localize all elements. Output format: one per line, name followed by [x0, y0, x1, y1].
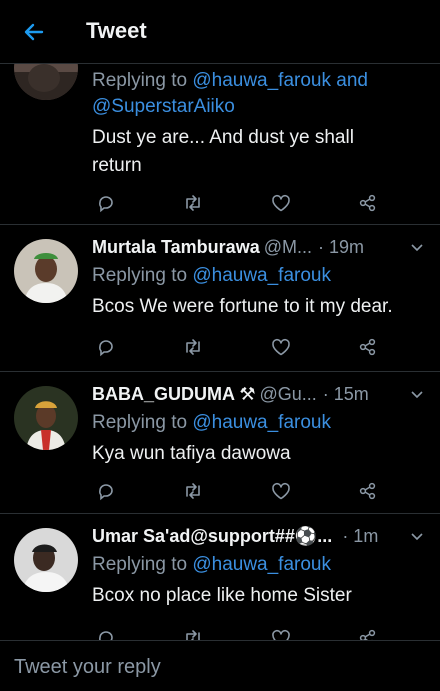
- avatar[interactable]: [14, 64, 78, 100]
- reply-icon: [99, 196, 113, 213]
- timestamp: · 15m: [322, 384, 369, 404]
- share-icon: [359, 194, 376, 212]
- retweet-button[interactable]: [179, 477, 207, 505]
- share-button[interactable]: [354, 477, 382, 505]
- tweet-item[interactable]: Murtala Tamburawa @M... · 19m Replying t…: [0, 225, 440, 372]
- mention-link[interactable]: @hauwa_farouk: [192, 554, 331, 575]
- back-button[interactable]: [18, 16, 50, 48]
- reply-feed[interactable]: Replying to @hauwa_farouk and @Superstar…: [0, 64, 440, 640]
- like-button[interactable]: [267, 624, 295, 640]
- share-icon: [359, 629, 376, 640]
- tweet-header: Murtala Tamburawa @M... · 19m: [92, 237, 426, 263]
- tweet-item[interactable]: BABA_GUDUMA ⚒ @Gu... · 15m Replying to @…: [0, 372, 440, 514]
- mention-link[interactable]: @hauwa_farouk: [192, 412, 331, 433]
- replying-to: Replying to @hauwa_farouk: [92, 263, 426, 289]
- chevron-down-icon: [411, 391, 423, 399]
- timestamp: · 19m: [318, 237, 365, 257]
- tweet-actions: [92, 333, 382, 361]
- replying-to: Replying to @hauwa_farouk: [92, 410, 426, 436]
- display-name[interactable]: BABA_GUDUMA ⚒: [92, 384, 255, 405]
- page-title: Tweet: [86, 18, 147, 43]
- chevron-down-icon: [411, 533, 423, 541]
- retweet-button[interactable]: [179, 333, 207, 361]
- replying-prefix: Replying to: [92, 265, 193, 286]
- display-name[interactable]: Umar Sa'ad@support##⚽...: [92, 526, 332, 547]
- like-button[interactable]: [267, 477, 295, 505]
- avatar[interactable]: [14, 386, 78, 450]
- reply-icon: [99, 631, 113, 640]
- reply-composer: [0, 640, 440, 691]
- tweet-text: Dust ye are... And dust ye shall return: [92, 127, 354, 176]
- share-button[interactable]: [354, 624, 382, 640]
- tweet-text: Bcos We were fortune to it my dear.: [92, 296, 393, 317]
- share-button[interactable]: [354, 333, 382, 361]
- reply-icon: [99, 484, 113, 501]
- reply-input[interactable]: [14, 653, 414, 681]
- like-button[interactable]: [267, 189, 295, 217]
- like-icon: [271, 482, 290, 500]
- chevron-down-icon: [411, 244, 423, 252]
- replying-to: Replying to @hauwa_farouk and @Superstar…: [92, 68, 426, 120]
- retweet-icon: [186, 630, 201, 640]
- timestamp: · 1m: [342, 526, 379, 546]
- tweet-item[interactable]: Replying to @hauwa_farouk and @Superstar…: [0, 64, 440, 225]
- replying-prefix: Replying to: [92, 70, 193, 91]
- arrow-left-icon: [24, 23, 44, 41]
- top-app-bar: Tweet: [0, 0, 440, 64]
- share-button[interactable]: [354, 189, 382, 217]
- retweet-button[interactable]: [179, 189, 207, 217]
- reply-button[interactable]: [92, 189, 120, 217]
- tweet-text: Kya wun tafiya dawowa: [92, 443, 291, 464]
- more-options-button[interactable]: [408, 528, 426, 546]
- user-handle[interactable]: @M...: [264, 237, 312, 258]
- avatar[interactable]: [14, 528, 78, 592]
- replying-prefix: Replying to: [92, 554, 193, 575]
- replying-prefix: Replying to: [92, 412, 193, 433]
- like-icon: [271, 194, 290, 212]
- tweet-actions: [92, 624, 382, 640]
- tweet-item[interactable]: Umar Sa'ad@support##⚽... · 1m Replying t…: [0, 514, 440, 640]
- like-icon: [271, 629, 290, 640]
- like-button[interactable]: [267, 333, 295, 361]
- tweet-actions: [92, 189, 382, 217]
- share-icon: [359, 338, 376, 356]
- user-handle[interactable]: @Gu...: [259, 384, 316, 405]
- reply-button[interactable]: [92, 333, 120, 361]
- tweet-actions: [92, 477, 382, 505]
- like-icon: [271, 338, 290, 356]
- retweet-button[interactable]: [179, 624, 207, 640]
- more-options-button[interactable]: [408, 239, 426, 257]
- tweet-text: Bcox no place like home Sister: [92, 585, 352, 606]
- reply-button[interactable]: [92, 477, 120, 505]
- retweet-icon: [186, 195, 201, 211]
- avatar[interactable]: [14, 239, 78, 303]
- replying-to: Replying to @hauwa_farouk: [92, 552, 426, 578]
- mention-link[interactable]: @hauwa_farouk: [192, 265, 331, 286]
- more-options-button[interactable]: [408, 386, 426, 404]
- tweet-header: BABA_GUDUMA ⚒ @Gu... · 15m: [92, 384, 426, 410]
- display-name[interactable]: Murtala Tamburawa: [92, 237, 260, 258]
- reply-icon: [99, 340, 113, 357]
- reply-button[interactable]: [92, 624, 120, 640]
- share-icon: [359, 482, 376, 500]
- tweet-header: Umar Sa'ad@support##⚽... · 1m: [92, 526, 426, 552]
- retweet-icon: [186, 339, 201, 355]
- retweet-icon: [186, 483, 201, 499]
